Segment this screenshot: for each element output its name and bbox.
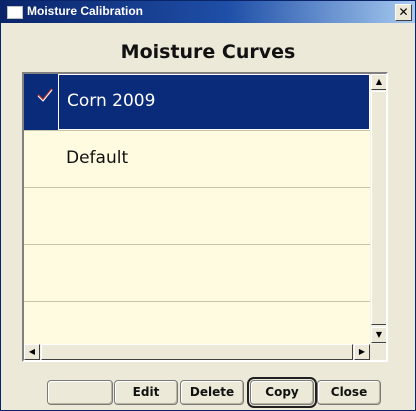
scroll-right-button[interactable]: ▶ [354, 344, 370, 360]
horizontal-scrollbar[interactable]: ◀ ▶ [24, 344, 370, 360]
scrollbar-corner [370, 344, 386, 360]
vertical-scroll-thumb[interactable] [371, 91, 386, 325]
close-button[interactable]: Close [317, 380, 381, 405]
page-title: Moisture Curves [120, 41, 296, 63]
close-window-button[interactable]: ✕ [395, 4, 412, 21]
arrow-up-icon: ▲ [375, 77, 383, 86]
scroll-up-button[interactable]: ▲ [371, 74, 386, 90]
window-icon [7, 6, 23, 19]
copy-button[interactable]: Copy [247, 377, 317, 408]
list-item-label: Corn 2009 [58, 74, 370, 130]
blank-button[interactable] [47, 380, 113, 405]
list-item-empty[interactable] [24, 245, 370, 302]
list-item-label [58, 245, 370, 301]
list-item-label [58, 188, 370, 244]
list-item-corn-2009[interactable]: Corn 2009 [24, 74, 370, 131]
title-bar[interactable]: Moisture Calibration ✕ [1, 1, 415, 23]
delete-button[interactable]: Delete [180, 380, 244, 405]
arrow-left-icon: ◀ [28, 347, 36, 356]
button-bar: Edit Delete Copy Close [41, 375, 381, 409]
arrow-right-icon: ▶ [358, 347, 366, 356]
moisture-curves-list[interactable]: Corn 2009 Default ▲ ▼ ◀ ▶ [22, 72, 388, 362]
vertical-scrollbar[interactable]: ▲ ▼ [370, 74, 386, 344]
edit-button[interactable]: Edit [114, 380, 178, 405]
list-item-label: Default [66, 148, 129, 168]
window-title: Moisture Calibration [27, 4, 144, 18]
scroll-left-button[interactable]: ◀ [24, 344, 40, 360]
list-item-empty[interactable] [24, 188, 370, 245]
arrow-down-icon: ▼ [375, 330, 383, 339]
scroll-down-button[interactable]: ▼ [371, 327, 386, 343]
moisture-calibration-window: Moisture Calibration ✕ Moisture Curves C… [0, 0, 416, 411]
list-item-default[interactable]: Default [24, 131, 370, 188]
checkmark-icon [37, 88, 53, 102]
horizontal-scroll-thumb[interactable] [41, 344, 353, 360]
